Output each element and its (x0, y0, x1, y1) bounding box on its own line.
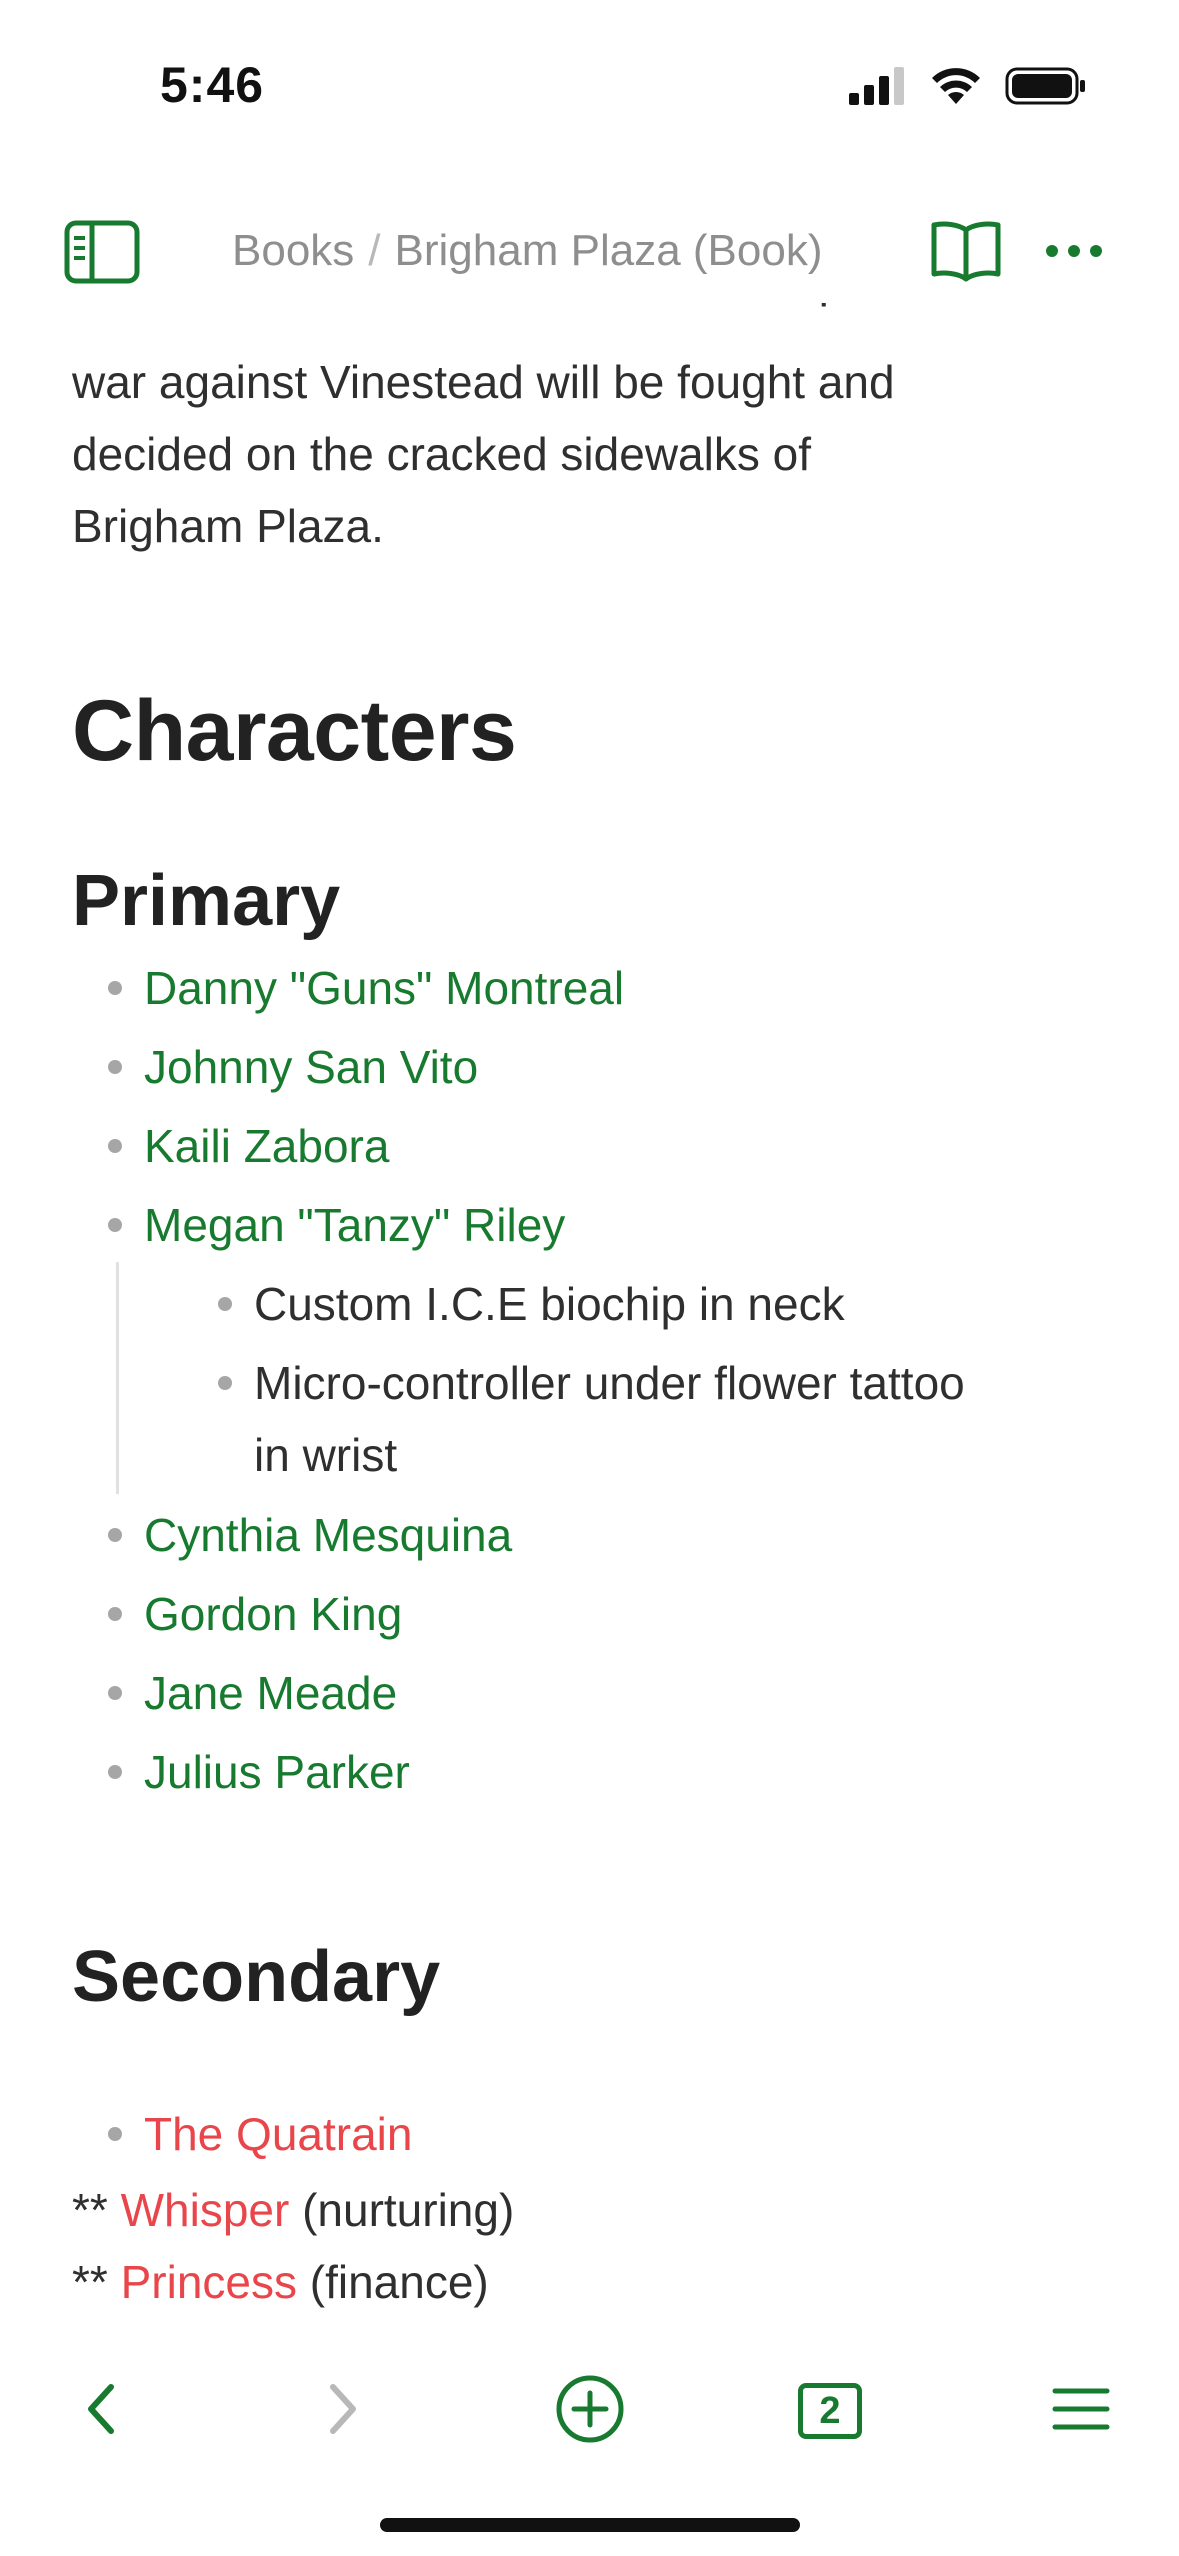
home-indicator[interactable] (380, 2518, 800, 2532)
line-suffix: (nurturing) (289, 2184, 515, 2236)
bullet-icon (108, 1060, 122, 1074)
character-link[interactable]: Julius Parker (144, 1736, 410, 1808)
back-button[interactable] (56, 2366, 146, 2456)
nested-list-guide (116, 1262, 119, 1494)
list-item: Micro-controller under flower tattoo (218, 1347, 965, 1419)
tabs-count-badge: 2 (798, 2383, 862, 2439)
heading-primary: Primary (72, 861, 341, 941)
heading-secondary: Secondary (72, 1937, 441, 2017)
menu-button[interactable] (1036, 2366, 1126, 2456)
list-item[interactable]: Danny "Guns" Montreal (108, 952, 624, 1024)
note-text: Custom I.C.E biochip in neck (254, 1278, 845, 1330)
text-line: ** Princess (finance) (72, 2246, 489, 2318)
new-note-button[interactable] (545, 2366, 635, 2456)
list-item[interactable]: Kaili Zabora (108, 1110, 389, 1182)
chevron-left-icon (81, 2381, 121, 2442)
list-item[interactable]: Julius Parker (108, 1736, 410, 1808)
bullet-icon (108, 1765, 122, 1779)
sidebar-toggle-icon[interactable] (64, 220, 144, 284)
character-link[interactable]: Megan "Tanzy" Riley (144, 1189, 565, 1261)
intro-line: Brigham Plaza. (72, 500, 384, 552)
bullet-icon (108, 981, 122, 995)
reader-mode-book-icon[interactable] (930, 218, 1002, 284)
markup-prefix: ** (72, 2256, 121, 2308)
unresolved-link[interactable]: Whisper (121, 2184, 290, 2236)
wifi-icon (929, 66, 983, 111)
breadcrumb-current[interactable]: Brigham Plaza (Book) (395, 226, 823, 275)
list-item[interactable]: Jane Meade (108, 1657, 397, 1729)
bullet-icon (108, 2127, 122, 2141)
list-item[interactable]: Megan "Tanzy" Riley (108, 1189, 565, 1261)
breadcrumb-separator: / (368, 226, 381, 275)
bullet-icon (108, 1218, 122, 1232)
hamburger-menu-icon (1051, 2386, 1111, 2437)
list-item[interactable]: Johnny San Vito (108, 1031, 478, 1103)
forward-button[interactable] (298, 2366, 388, 2456)
bullet-icon (108, 1528, 122, 1542)
bullet-icon (108, 1607, 122, 1621)
tabs-count: 2 (819, 2389, 841, 2432)
breadcrumb-parent[interactable]: Books (232, 226, 354, 275)
note-continuation: in wrist (254, 1419, 397, 1491)
cellular-signal-icon (849, 66, 907, 110)
markup-prefix: ** (72, 2184, 121, 2236)
clipped-previous-line: The forces behind the elder war, the piv… (72, 303, 1102, 317)
character-link[interactable]: Gordon King (144, 1578, 402, 1650)
tabs-button[interactable]: 2 (785, 2366, 875, 2456)
unresolved-link[interactable]: The Quatrain (144, 2098, 412, 2170)
note-text: in wrist (254, 1429, 398, 1481)
line-suffix: (finance) (296, 2256, 489, 2308)
status-icons (849, 62, 1087, 114)
note-text: Micro-controller under flower tattoo (254, 1357, 965, 1409)
unresolved-link[interactable]: Princess (121, 2256, 297, 2308)
intro-line: decided on the cracked sidewalks of (72, 428, 811, 480)
chevron-right-icon (323, 2381, 363, 2442)
character-link[interactable]: Danny "Guns" Montreal (144, 952, 624, 1024)
character-link[interactable]: Cynthia Mesquina (144, 1499, 512, 1571)
character-link[interactable]: Kaili Zabora (144, 1110, 389, 1182)
battery-icon (1005, 66, 1087, 111)
bullet-icon (218, 1376, 232, 1390)
heading-characters: Characters (72, 683, 517, 779)
character-link[interactable]: Jane Meade (144, 1657, 397, 1729)
bullet-icon (108, 1139, 122, 1153)
list-item[interactable]: The Quatrain (108, 2098, 412, 2170)
text-line: ** Whisper (nurturing) (72, 2174, 514, 2246)
more-options-icon[interactable] (1044, 236, 1104, 266)
plus-circle-icon (554, 2373, 626, 2450)
bullet-icon (218, 1297, 232, 1311)
breadcrumb: Books / Brigham Plaza (Book) (232, 226, 822, 276)
list-item[interactable]: Cynthia Mesquina (108, 1499, 512, 1571)
list-item[interactable]: Gordon King (108, 1578, 402, 1650)
intro-paragraph: war against Vinestead will be fought and… (72, 346, 1102, 562)
intro-line: war against Vinestead will be fought and (72, 356, 895, 408)
character-link[interactable]: Johnny San Vito (144, 1031, 478, 1103)
list-item: Custom I.C.E biochip in neck (218, 1268, 845, 1340)
status-time: 5:46 (160, 57, 265, 113)
bullet-icon (108, 1686, 122, 1700)
